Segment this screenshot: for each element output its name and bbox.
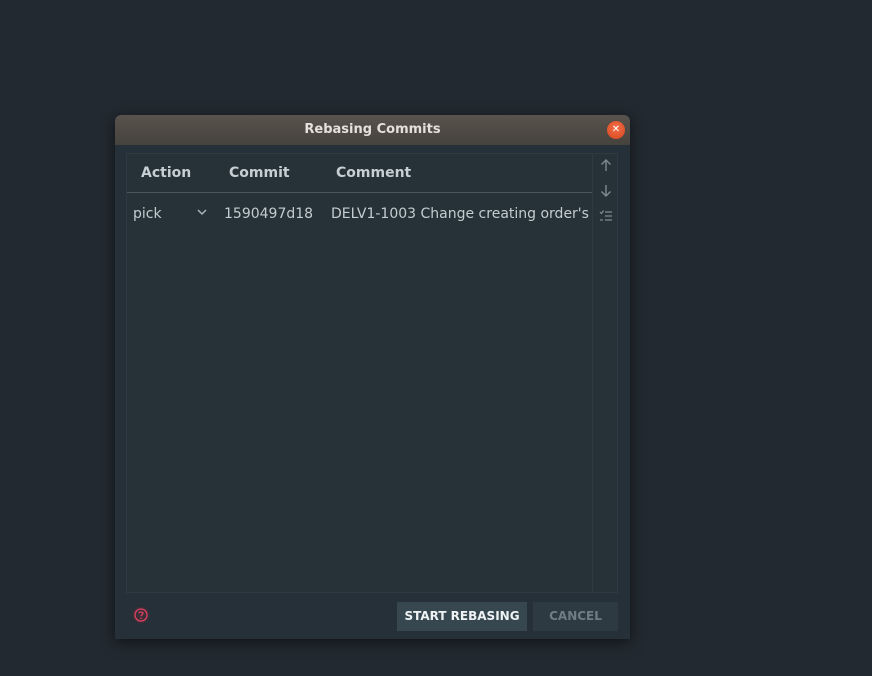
help-icon[interactable] <box>132 606 150 624</box>
details-list-icon[interactable] <box>596 209 616 229</box>
chevron-down-icon[interactable] <box>197 206 207 219</box>
commit-hash: 1590497d18 <box>224 206 314 222</box>
dialog-title: Rebasing Commits <box>304 122 441 137</box>
arrow-up-icon[interactable] <box>596 158 616 178</box>
column-header-action[interactable]: Action <box>141 165 191 181</box>
cancel-button[interactable]: CANCEL <box>533 602 618 631</box>
arrow-down-icon[interactable] <box>596 184 616 204</box>
commits-table: Action Commit Comment pick 1590497d18 DE… <box>127 154 592 592</box>
action-value: pick <box>133 206 162 222</box>
rebase-dialog: Rebasing Commits ✕ Action Commit Comment… <box>115 115 630 639</box>
table-row[interactable]: pick 1590497d18 DELV1-1003 Change creati… <box>127 194 592 238</box>
start-rebasing-button[interactable]: START REBASING <box>397 602 527 631</box>
side-toolbar <box>592 154 618 592</box>
table-header: Action Commit Comment <box>127 154 592 193</box>
close-icon[interactable]: ✕ <box>607 121 625 139</box>
action-dropdown[interactable]: pick <box>131 206 209 226</box>
title-bar[interactable]: Rebasing Commits ✕ <box>115 115 630 145</box>
column-header-commit[interactable]: Commit <box>229 165 290 181</box>
commits-panel: Action Commit Comment pick 1590497d18 DE… <box>126 153 618 593</box>
commit-comment: DELV1-1003 Change creating order's statu… <box>331 206 592 222</box>
column-header-comment[interactable]: Comment <box>336 165 411 181</box>
